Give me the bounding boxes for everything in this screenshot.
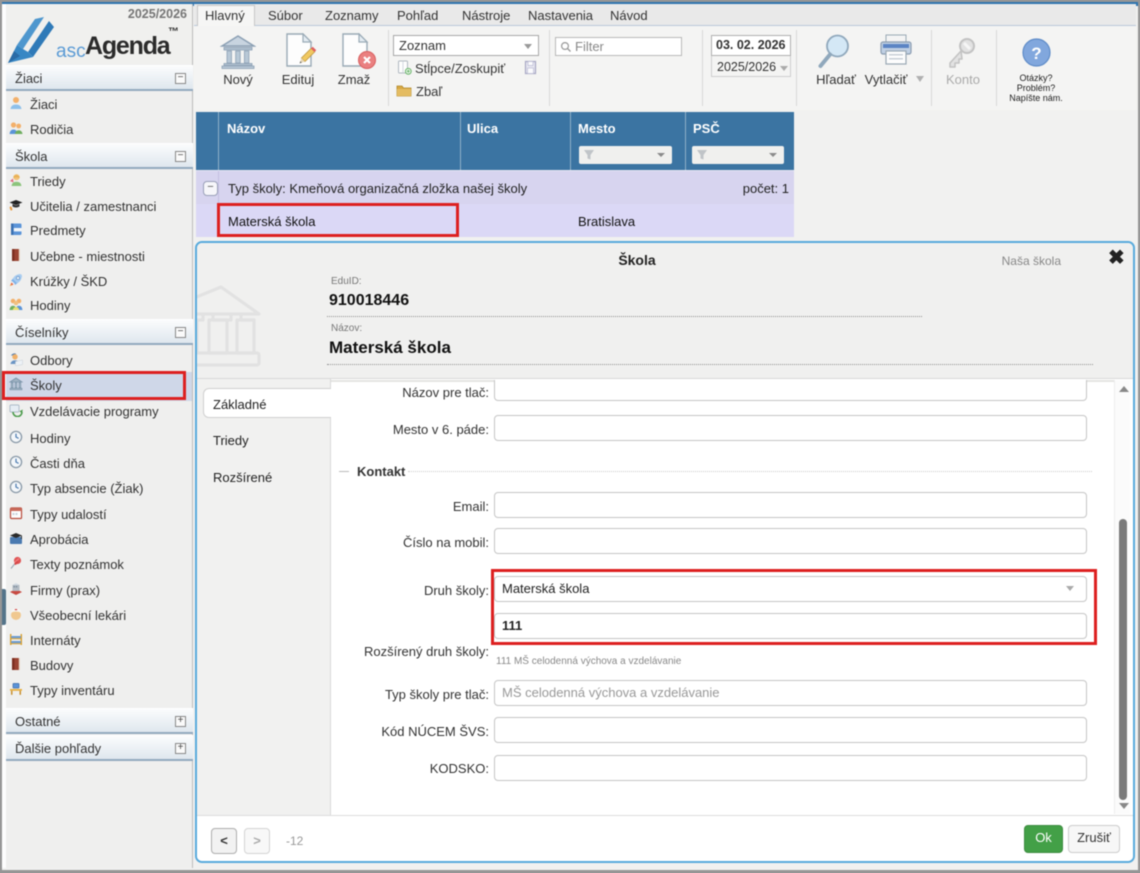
svg-text:?: ? [1031,44,1041,63]
